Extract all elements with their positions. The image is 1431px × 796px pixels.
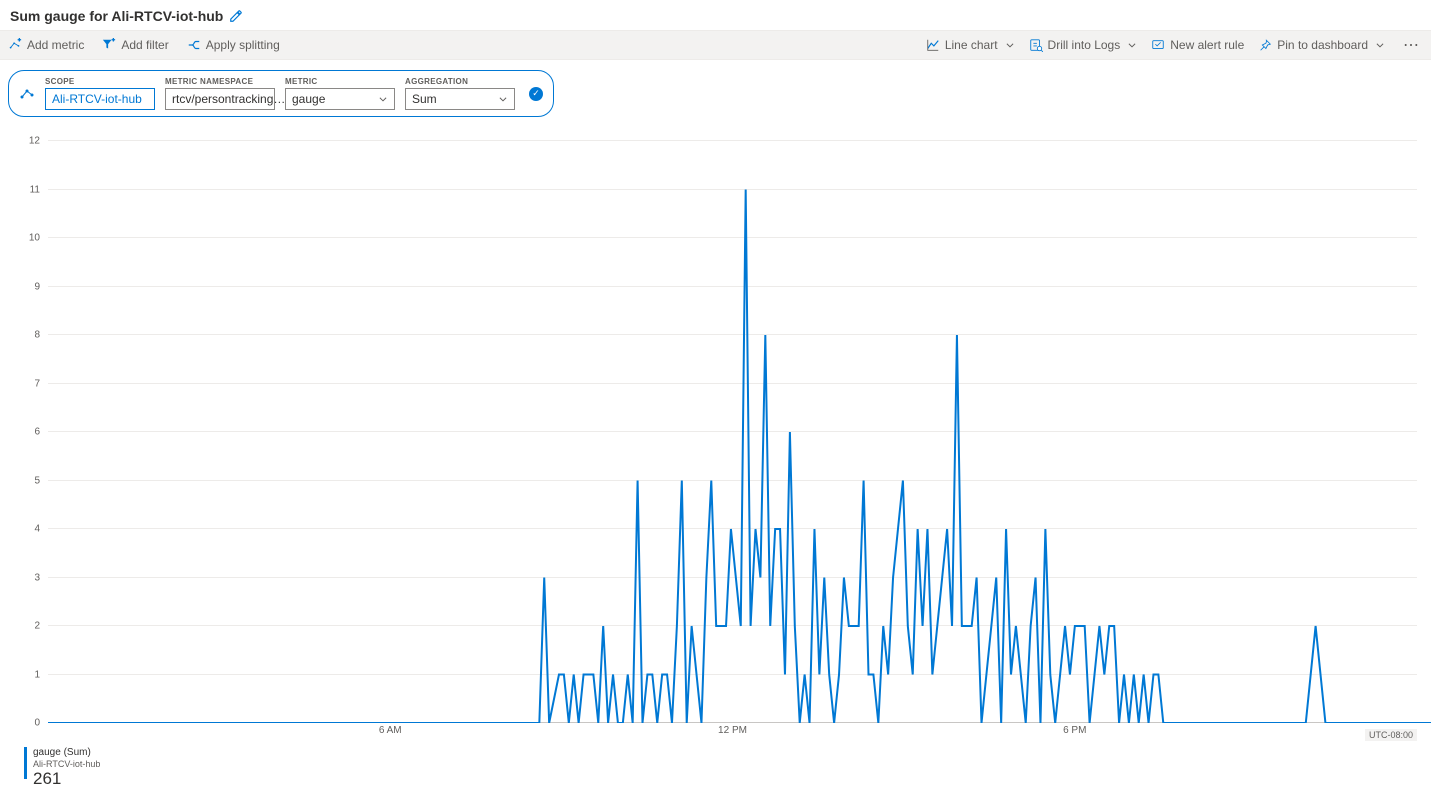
chevron-down-icon bbox=[1127, 40, 1137, 50]
aggregation-value: Sum bbox=[412, 92, 437, 106]
y-axis: 0123456789101112 bbox=[8, 141, 44, 723]
apply-splitting-button[interactable]: Apply splitting bbox=[187, 38, 280, 52]
y-tick: 8 bbox=[10, 330, 40, 341]
apply-splitting-label: Apply splitting bbox=[206, 38, 280, 52]
metric-icon bbox=[19, 86, 35, 102]
y-tick: 7 bbox=[10, 378, 40, 389]
chart-area[interactable]: 0123456789101112 UTC-08:00 6 AM12 PM6 PM bbox=[8, 141, 1423, 741]
drill-logs-label: Drill into Logs bbox=[1048, 38, 1121, 52]
y-tick: 0 bbox=[10, 718, 40, 729]
page-title: Sum gauge for Ali-RTCV-iot-hub bbox=[10, 8, 223, 24]
aggregation-field-label: AGGREGATION bbox=[405, 77, 515, 86]
metric-value: gauge bbox=[292, 92, 325, 106]
y-tick: 5 bbox=[10, 475, 40, 486]
y-tick: 6 bbox=[10, 427, 40, 438]
y-tick: 2 bbox=[10, 621, 40, 632]
scope-value: Ali-RTCV-iot-hub bbox=[52, 92, 142, 106]
namespace-select[interactable]: rtcv/persontracking… bbox=[165, 88, 275, 110]
legend-resource-name: Ali-RTCV-iot-hub bbox=[33, 759, 100, 769]
chevron-down-icon bbox=[498, 94, 508, 104]
add-filter-button[interactable]: Add filter bbox=[102, 38, 168, 52]
aggregation-select[interactable]: Sum bbox=[405, 88, 515, 110]
chevron-down-icon bbox=[378, 94, 388, 104]
chart-line-svg bbox=[48, 141, 1431, 723]
query-confirm-badge[interactable]: ✓ bbox=[529, 87, 543, 101]
drill-into-logs-dropdown[interactable]: Drill into Logs bbox=[1029, 38, 1138, 52]
y-tick: 4 bbox=[10, 524, 40, 535]
line-chart-dropdown[interactable]: Line chart bbox=[926, 38, 1015, 52]
chevron-down-icon bbox=[1005, 40, 1015, 50]
y-tick: 3 bbox=[10, 572, 40, 583]
add-metric-button[interactable]: Add metric bbox=[8, 38, 84, 52]
scope-field-label: SCOPE bbox=[45, 77, 155, 86]
x-tick: 12 PM bbox=[718, 725, 747, 736]
y-tick: 12 bbox=[10, 136, 40, 147]
pin-to-dashboard-dropdown[interactable]: Pin to dashboard bbox=[1258, 38, 1385, 52]
new-alert-label: New alert rule bbox=[1170, 38, 1244, 52]
metric-field-label: METRIC bbox=[285, 77, 395, 86]
legend-series-name: gauge (Sum) bbox=[33, 747, 100, 759]
new-alert-rule-button[interactable]: New alert rule bbox=[1151, 38, 1244, 52]
namespace-field-label: METRIC NAMESPACE bbox=[165, 77, 275, 86]
chevron-down-icon bbox=[1375, 40, 1385, 50]
y-tick: 11 bbox=[10, 184, 40, 195]
y-tick: 9 bbox=[10, 281, 40, 292]
y-tick: 1 bbox=[10, 669, 40, 680]
x-tick: 6 AM bbox=[379, 725, 402, 736]
more-icon[interactable]: ⋯ bbox=[1399, 35, 1423, 55]
namespace-value: rtcv/persontracking… bbox=[172, 92, 285, 106]
metric-select[interactable]: gauge bbox=[285, 88, 395, 110]
legend-swatch bbox=[24, 747, 27, 779]
edit-icon[interactable] bbox=[229, 9, 243, 23]
x-axis: UTC-08:00 6 AM 12 PM 6 PM bbox=[48, 725, 1417, 741]
add-filter-label: Add filter bbox=[121, 38, 168, 52]
metric-query-pill: SCOPE Ali-RTCV-iot-hub METRIC NAMESPACE … bbox=[8, 70, 554, 117]
line-chart-label: Line chart bbox=[945, 38, 998, 52]
pin-dashboard-label: Pin to dashboard bbox=[1277, 38, 1368, 52]
x-tick: 6 PM bbox=[1063, 725, 1086, 736]
chart-legend: gauge (Sum) Ali-RTCV-iot-hub 261 bbox=[24, 747, 1423, 788]
add-metric-label: Add metric bbox=[27, 38, 84, 52]
legend-value: 261 bbox=[33, 769, 100, 789]
timezone-label: UTC-08:00 bbox=[1365, 729, 1417, 741]
toolbar: Add metric Add filter Apply splitting Li… bbox=[0, 30, 1431, 60]
y-tick: 10 bbox=[10, 233, 40, 244]
scope-select[interactable]: Ali-RTCV-iot-hub bbox=[45, 88, 155, 110]
